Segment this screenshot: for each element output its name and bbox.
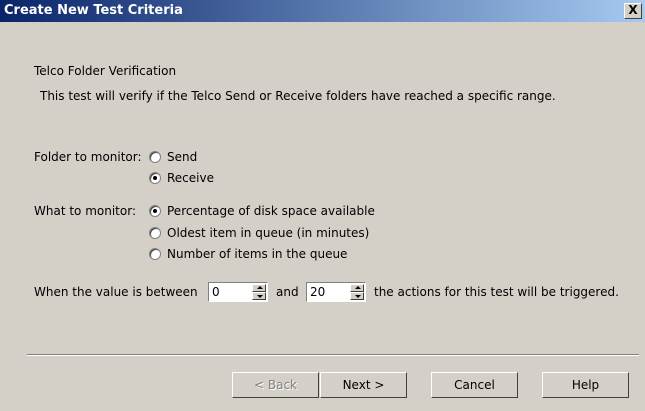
window-title: Create New Test Criteria — [4, 3, 183, 18]
max-spin-up-icon[interactable] — [350, 284, 364, 292]
min-value-spinner[interactable]: 0 — [208, 282, 268, 302]
radio-item-count[interactable]: Number of items in the queue — [149, 247, 347, 261]
test-description: This test will verify if the Telco Send … — [40, 89, 556, 103]
radio-oldest-item-button[interactable] — [149, 227, 161, 239]
cancel-button[interactable]: Cancel — [431, 372, 518, 398]
button-separator — [27, 354, 639, 356]
min-spin-down-icon[interactable] — [252, 292, 266, 300]
back-button[interactable]: < Back — [232, 372, 319, 398]
max-value-field[interactable]: 20 — [310, 285, 325, 299]
monitor-label: What to monitor: — [34, 204, 136, 218]
min-value-field[interactable]: 0 — [212, 285, 220, 299]
radio-disk-space-button[interactable] — [149, 205, 161, 217]
radio-disk-space-label: Percentage of disk space available — [167, 204, 375, 218]
radio-receive[interactable]: Receive — [149, 171, 214, 185]
radio-disk-space[interactable]: Percentage of disk space available — [149, 204, 375, 218]
radio-send[interactable]: Send — [149, 150, 197, 164]
min-spin-up-icon[interactable] — [252, 284, 266, 292]
radio-send-label: Send — [167, 150, 198, 164]
range-middle: and — [276, 285, 299, 299]
next-button[interactable]: Next > — [320, 372, 407, 398]
close-icon: X — [628, 3, 638, 17]
radio-item-count-label: Number of items in the queue — [167, 247, 348, 261]
radio-receive-label: Receive — [167, 171, 214, 185]
max-spin-down-icon[interactable] — [350, 292, 364, 300]
min-spinner-buttons — [252, 284, 266, 300]
help-button[interactable]: Help — [542, 372, 629, 398]
radio-oldest-item-label: Oldest item in queue (in minutes) — [167, 226, 370, 240]
close-button[interactable]: X — [624, 3, 642, 19]
range-suffix: the actions for this test will be trigge… — [374, 285, 619, 299]
max-value-spinner[interactable]: 20 — [306, 282, 366, 302]
range-prefix: When the value is between — [34, 285, 198, 299]
folder-label: Folder to monitor: — [34, 150, 142, 164]
dialog-window: Create New Test Criteria X Telco Folder … — [0, 0, 645, 411]
radio-receive-button[interactable] — [149, 172, 161, 184]
max-spinner-buttons — [350, 284, 364, 300]
title-bar: Create New Test Criteria X — [0, 0, 645, 22]
test-heading: Telco Folder Verification — [34, 64, 177, 78]
radio-oldest-item[interactable]: Oldest item in queue (in minutes) — [149, 226, 369, 240]
radio-item-count-button[interactable] — [149, 248, 161, 260]
radio-send-button[interactable] — [149, 151, 161, 163]
